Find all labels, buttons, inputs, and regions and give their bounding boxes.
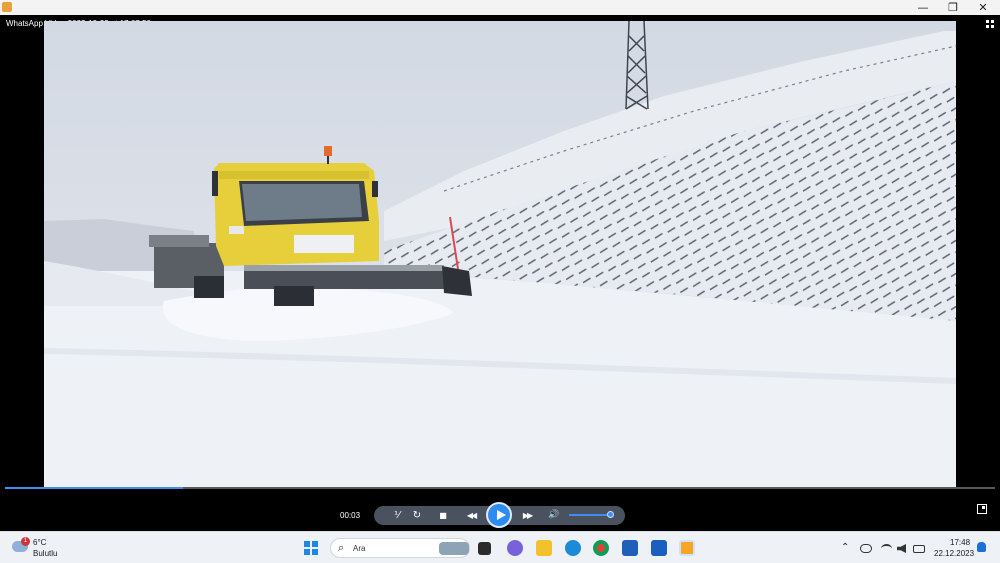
- search-placeholder: Ara: [353, 544, 366, 553]
- clock-time[interactable]: 17:48: [950, 538, 970, 547]
- seek-bar-progress: [5, 487, 184, 489]
- weather-temperature[interactable]: 6°C: [33, 538, 46, 547]
- media-player-taskbar-icon[interactable]: [679, 540, 695, 556]
- seek-bar[interactable]: [5, 487, 995, 489]
- minimize-button[interactable]: —: [908, 0, 938, 15]
- taskbar-search[interactable]: ⌕ Ara: [330, 538, 470, 558]
- volume-slider-fill: [569, 514, 611, 516]
- repeat-icon[interactable]: ↻: [409, 506, 425, 525]
- store-icon[interactable]: [622, 540, 638, 556]
- search-icon: ⌕: [338, 541, 345, 554]
- edge-icon[interactable]: [565, 540, 581, 556]
- window-title-bar: — ❐ ✕: [0, 0, 1000, 15]
- battery-icon[interactable]: [913, 545, 925, 553]
- speaker-icon[interactable]: [897, 544, 906, 553]
- close-button[interactable]: ✕: [968, 0, 998, 15]
- playback-speed-icon[interactable]: ⅟: [389, 506, 405, 525]
- cloud-sync-icon[interactable]: [860, 544, 872, 553]
- compact-overlay-icon[interactable]: [986, 20, 994, 28]
- weather-notification-badge: 1: [21, 537, 30, 546]
- video-frame[interactable]: [44, 21, 956, 487]
- fast-forward-button[interactable]: ▶▶: [514, 506, 540, 525]
- video-scene: [44, 21, 956, 487]
- word-icon[interactable]: [651, 540, 667, 556]
- media-player: WhatsApp Video 2023-12-22 at 17.07.50: [0, 15, 1000, 531]
- mini-player-icon[interactable]: [977, 504, 987, 514]
- file-explorer-icon[interactable]: [536, 540, 552, 556]
- volume-icon[interactable]: 🔊: [546, 506, 562, 525]
- stop-button[interactable]: ■: [435, 506, 451, 525]
- wifi-icon[interactable]: [881, 544, 892, 553]
- current-time: 00:03: [340, 511, 361, 520]
- notification-bell-icon[interactable]: [977, 542, 986, 552]
- chrome-icon[interactable]: [593, 540, 609, 556]
- show-hidden-icons-chevron[interactable]: ⌃: [841, 542, 849, 553]
- clock-date[interactable]: 22.12.2023: [934, 549, 974, 558]
- media-player-app-icon: [2, 2, 12, 12]
- weather-condition[interactable]: Bulutlu: [33, 549, 57, 558]
- task-view-icon[interactable]: [478, 542, 491, 555]
- copilot-icon[interactable]: [507, 540, 523, 556]
- start-button[interactable]: [304, 541, 318, 555]
- search-highlight-image: [439, 542, 469, 555]
- rewind-button[interactable]: ◀◀: [458, 506, 484, 525]
- maximize-button[interactable]: ❐: [938, 0, 968, 15]
- volume-slider-thumb[interactable]: [606, 511, 614, 518]
- play-button[interactable]: [486, 502, 512, 528]
- taskbar: 1 6°C Bulutlu ⌕ Ara ⌃ 17:48 22.12.2023: [0, 531, 1000, 563]
